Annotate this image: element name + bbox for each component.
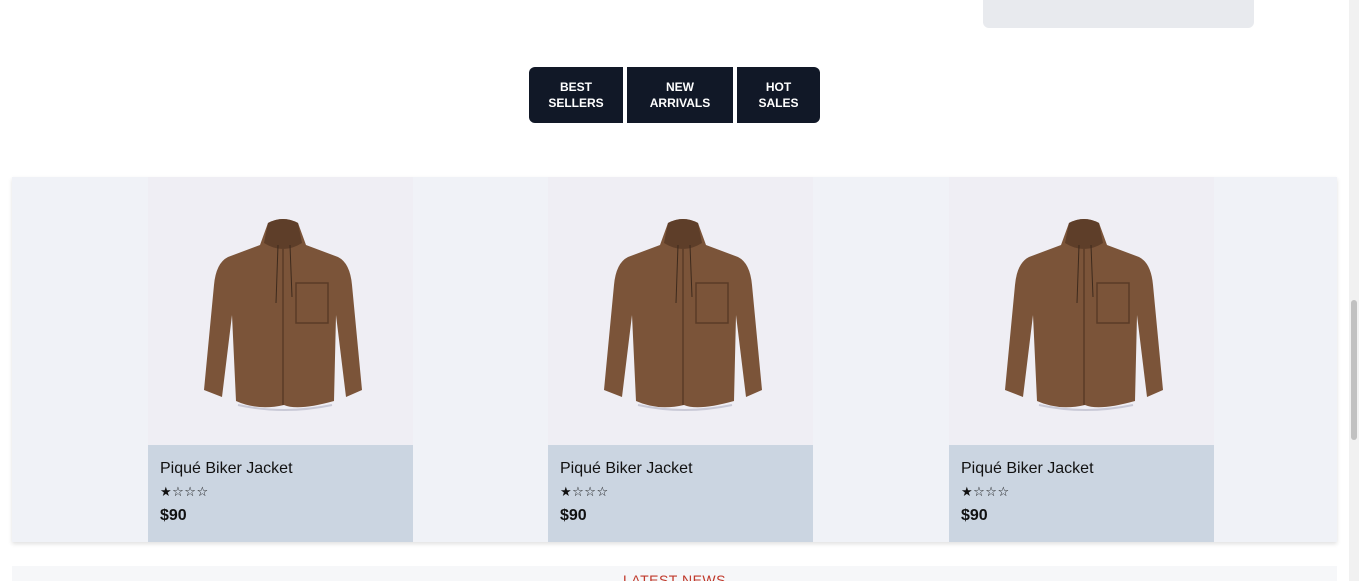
- product-card[interactable]: Piqué Biker Jacket ★☆☆☆ $90: [548, 177, 813, 542]
- jacket-icon: [1005, 219, 1163, 411]
- rating-stars: ★☆☆☆: [560, 484, 609, 499]
- latest-news-title: LATEST NEWS: [622, 572, 726, 581]
- tab-hot-sales[interactable]: HOT SALES: [737, 67, 820, 123]
- product-price: $90: [160, 507, 187, 524]
- product-image[interactable]: [148, 177, 413, 445]
- rating-stars: ★☆☆☆: [961, 484, 1010, 499]
- product-tabs: BEST SELLERS NEW ARRIVALS HOT SALES: [529, 67, 820, 123]
- product-price: $90: [560, 507, 587, 524]
- page: BEST SELLERS NEW ARRIVALS HOT SALES Piqu…: [0, 0, 1359, 581]
- top-panel-fragment: [983, 0, 1254, 28]
- product-image[interactable]: [949, 177, 1214, 445]
- page-scrollbar-track[interactable]: [1349, 0, 1359, 581]
- product-info: Piqué Biker Jacket ★☆☆☆ $90: [148, 445, 413, 542]
- product-price: $90: [961, 507, 988, 524]
- product-carousel: Piqué Biker Jacket ★☆☆☆ $90 Piqué Biker …: [12, 177, 1337, 542]
- tab-new-arrivals[interactable]: NEW ARRIVALS: [627, 67, 733, 123]
- product-card[interactable]: Piqué Biker Jacket ★☆☆☆ $90: [148, 177, 413, 542]
- product-info: Piqué Biker Jacket ★☆☆☆ $90: [949, 445, 1214, 542]
- product-name[interactable]: Piqué Biker Jacket: [961, 459, 1202, 479]
- latest-news-section: LATEST NEWS: [12, 566, 1337, 581]
- product-name[interactable]: Piqué Biker Jacket: [160, 459, 401, 479]
- rating-stars: ★☆☆☆: [160, 484, 209, 499]
- page-scrollbar-thumb[interactable]: [1351, 300, 1357, 440]
- product-info: Piqué Biker Jacket ★☆☆☆ $90: [548, 445, 813, 542]
- tab-best-sellers[interactable]: BEST SELLERS: [529, 67, 623, 123]
- product-name[interactable]: Piqué Biker Jacket: [560, 459, 801, 479]
- product-image[interactable]: [548, 177, 813, 445]
- product-card[interactable]: Piqué Biker Jacket ★☆☆☆ $90: [949, 177, 1214, 542]
- jacket-icon: [604, 219, 762, 411]
- jacket-icon: [204, 219, 362, 411]
